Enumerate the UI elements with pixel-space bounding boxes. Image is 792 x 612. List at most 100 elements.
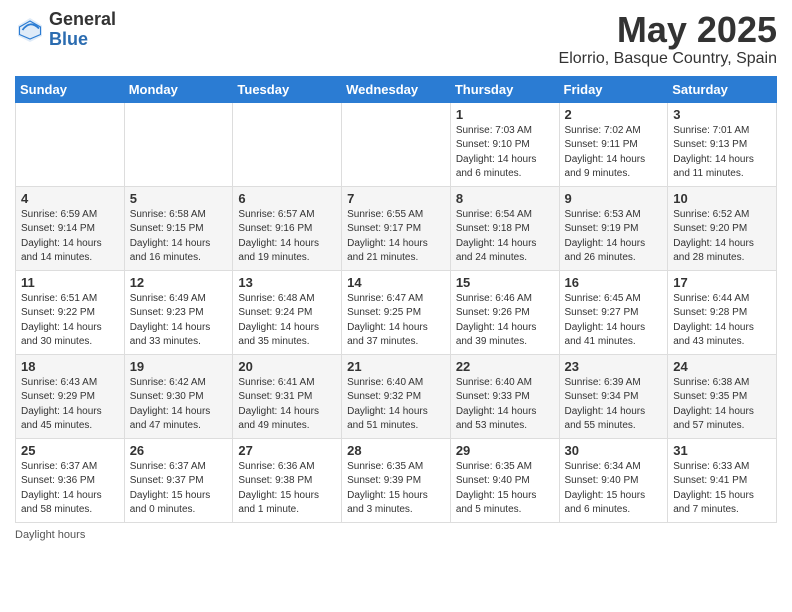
footer-note: Daylight hours xyxy=(15,529,777,541)
month-title: May 2025 xyxy=(559,10,777,50)
calendar-cell-3-5: 23Sunrise: 6:39 AM Sunset: 9:34 PM Dayli… xyxy=(559,354,668,438)
calendar-cell-3-1: 19Sunrise: 6:42 AM Sunset: 9:30 PM Dayli… xyxy=(124,354,233,438)
calendar-cell-1-1: 5 Sunrise: 6:58 AM Sunset: 9:15 PM Daylig… xyxy=(124,186,233,270)
logo-text: General Blue xyxy=(49,10,116,50)
weekday-header-friday: Friday xyxy=(559,76,668,102)
calendar-cell-1-3: 7 Sunrise: 6:55 AM Sunset: 9:17 PM Daylig… xyxy=(342,186,451,270)
weekday-header-monday: Monday xyxy=(124,76,233,102)
calendar-cell-1-5: 9 Sunrise: 6:53 AM Sunset: 9:19 PM Daylig… xyxy=(559,186,668,270)
day-number: 21 xyxy=(347,359,445,374)
calendar-cell-1-2: 6 Sunrise: 6:57 AM Sunset: 9:16 PM Daylig… xyxy=(233,186,342,270)
calendar-cell-4-0: 25 Sunrise: 6:37 AM Sunset: 9:36 PM Dayli… xyxy=(16,438,125,522)
day-number: 6 xyxy=(238,191,336,206)
page: General Blue May 2025 Elorrio, Basque Co… xyxy=(0,0,792,612)
weekday-header-thursday: Thursday xyxy=(450,76,559,102)
day-info: Sunrise: 6:49 AM Sunset: 9:23 PM Dayligh… xyxy=(130,292,228,350)
day-number: 2 xyxy=(565,107,663,122)
day-number: 25 xyxy=(21,443,119,458)
calendar-cell-0-3 xyxy=(342,102,451,186)
week-row-1: 1Sunrise: 7:03 AM Sunset: 9:10 PM Daylig… xyxy=(16,102,777,186)
week-row-4: 18 Sunrise: 6:43 AM Sunset: 9:29 PM Dayli… xyxy=(16,354,777,438)
day-number: 8 xyxy=(456,191,554,206)
calendar-cell-0-2 xyxy=(233,102,342,186)
day-info: Sunrise: 7:02 AM Sunset: 9:11 PM Dayligh… xyxy=(565,124,663,182)
calendar-cell-4-6: 31Sunrise: 6:33 AM Sunset: 9:41 PM Dayli… xyxy=(668,438,777,522)
day-number: 14 xyxy=(347,275,445,290)
weekday-header-wednesday: Wednesday xyxy=(342,76,451,102)
calendar-cell-0-6: 3Sunrise: 7:01 AM Sunset: 9:13 PM Daylig… xyxy=(668,102,777,186)
day-info: Sunrise: 6:55 AM Sunset: 9:17 PM Dayligh… xyxy=(347,208,445,266)
day-info: Sunrise: 6:53 AM Sunset: 9:19 PM Dayligh… xyxy=(565,208,663,266)
calendar-cell-4-2: 27 Sunrise: 6:36 AM Sunset: 9:38 PM Dayli… xyxy=(233,438,342,522)
day-number: 20 xyxy=(238,359,336,374)
location-title: Elorrio, Basque Country, Spain xyxy=(559,50,777,68)
week-row-3: 11Sunrise: 6:51 AM Sunset: 9:22 PM Dayli… xyxy=(16,270,777,354)
day-info: Sunrise: 6:38 AM Sunset: 9:35 PM Dayligh… xyxy=(673,376,771,434)
day-info: Sunrise: 6:37 AM Sunset: 9:37 PM Dayligh… xyxy=(130,460,228,518)
calendar-cell-0-0 xyxy=(16,102,125,186)
header: General Blue May 2025 Elorrio, Basque Co… xyxy=(15,10,777,68)
logo-icon xyxy=(15,15,45,45)
day-info: Sunrise: 6:35 AM Sunset: 9:40 PM Dayligh… xyxy=(456,460,554,518)
day-info: Sunrise: 6:48 AM Sunset: 9:24 PM Dayligh… xyxy=(238,292,336,350)
day-info: Sunrise: 6:36 AM Sunset: 9:38 PM Dayligh… xyxy=(238,460,336,518)
calendar-cell-3-3: 21 Sunrise: 6:40 AM Sunset: 9:32 PM Dayli… xyxy=(342,354,451,438)
day-number: 15 xyxy=(456,275,554,290)
calendar-cell-0-5: 2 Sunrise: 7:02 AM Sunset: 9:11 PM Daylig… xyxy=(559,102,668,186)
day-info: Sunrise: 6:37 AM Sunset: 9:36 PM Dayligh… xyxy=(21,460,119,518)
calendar-cell-0-4: 1Sunrise: 7:03 AM Sunset: 9:10 PM Daylig… xyxy=(450,102,559,186)
day-number: 23 xyxy=(565,359,663,374)
weekday-header-sunday: Sunday xyxy=(16,76,125,102)
day-info: Sunrise: 6:46 AM Sunset: 9:26 PM Dayligh… xyxy=(456,292,554,350)
day-number: 7 xyxy=(347,191,445,206)
day-number: 26 xyxy=(130,443,228,458)
day-info: Sunrise: 7:01 AM Sunset: 9:13 PM Dayligh… xyxy=(673,124,771,182)
calendar-cell-4-4: 29 Sunrise: 6:35 AM Sunset: 9:40 PM Dayli… xyxy=(450,438,559,522)
calendar-cell-2-2: 13Sunrise: 6:48 AM Sunset: 9:24 PM Dayli… xyxy=(233,270,342,354)
day-info: Sunrise: 6:57 AM Sunset: 9:16 PM Dayligh… xyxy=(238,208,336,266)
day-info: Sunrise: 6:51 AM Sunset: 9:22 PM Dayligh… xyxy=(21,292,119,350)
day-number: 18 xyxy=(21,359,119,374)
day-number: 5 xyxy=(130,191,228,206)
calendar-cell-0-1 xyxy=(124,102,233,186)
day-number: 30 xyxy=(565,443,663,458)
day-number: 4 xyxy=(21,191,119,206)
day-number: 24 xyxy=(673,359,771,374)
day-number: 10 xyxy=(673,191,771,206)
day-info: Sunrise: 6:40 AM Sunset: 9:32 PM Dayligh… xyxy=(347,376,445,434)
day-info: Sunrise: 6:40 AM Sunset: 9:33 PM Dayligh… xyxy=(456,376,554,434)
week-row-2: 4 Sunrise: 6:59 AM Sunset: 9:14 PM Daylig… xyxy=(16,186,777,270)
day-number: 29 xyxy=(456,443,554,458)
calendar-cell-1-4: 8Sunrise: 6:54 AM Sunset: 9:18 PM Daylig… xyxy=(450,186,559,270)
weekday-header-saturday: Saturday xyxy=(668,76,777,102)
day-info: Sunrise: 6:33 AM Sunset: 9:41 PM Dayligh… xyxy=(673,460,771,518)
day-number: 17 xyxy=(673,275,771,290)
day-number: 9 xyxy=(565,191,663,206)
calendar-cell-4-1: 26 Sunrise: 6:37 AM Sunset: 9:37 PM Dayli… xyxy=(124,438,233,522)
day-number: 12 xyxy=(130,275,228,290)
calendar-cell-2-5: 16 Sunrise: 6:45 AM Sunset: 9:27 PM Dayli… xyxy=(559,270,668,354)
day-info: Sunrise: 6:45 AM Sunset: 9:27 PM Dayligh… xyxy=(565,292,663,350)
day-number: 19 xyxy=(130,359,228,374)
day-info: Sunrise: 6:58 AM Sunset: 9:15 PM Dayligh… xyxy=(130,208,228,266)
calendar-cell-2-1: 12 Sunrise: 6:49 AM Sunset: 9:23 PM Dayli… xyxy=(124,270,233,354)
calendar-cell-1-0: 4 Sunrise: 6:59 AM Sunset: 9:14 PM Daylig… xyxy=(16,186,125,270)
logo-general-text: General xyxy=(49,10,116,30)
day-info: Sunrise: 6:59 AM Sunset: 9:14 PM Dayligh… xyxy=(21,208,119,266)
day-number: 27 xyxy=(238,443,336,458)
day-info: Sunrise: 6:52 AM Sunset: 9:20 PM Dayligh… xyxy=(673,208,771,266)
calendar-cell-3-6: 24 Sunrise: 6:38 AM Sunset: 9:35 PM Dayli… xyxy=(668,354,777,438)
week-row-5: 25 Sunrise: 6:37 AM Sunset: 9:36 PM Dayli… xyxy=(16,438,777,522)
day-info: Sunrise: 6:47 AM Sunset: 9:25 PM Dayligh… xyxy=(347,292,445,350)
day-info: Sunrise: 6:44 AM Sunset: 9:28 PM Dayligh… xyxy=(673,292,771,350)
day-info: Sunrise: 6:34 AM Sunset: 9:40 PM Dayligh… xyxy=(565,460,663,518)
calendar-cell-1-6: 10 Sunrise: 6:52 AM Sunset: 9:20 PM Dayli… xyxy=(668,186,777,270)
calendar-cell-2-4: 15 Sunrise: 6:46 AM Sunset: 9:26 PM Dayli… xyxy=(450,270,559,354)
day-number: 22 xyxy=(456,359,554,374)
day-info: Sunrise: 6:43 AM Sunset: 9:29 PM Dayligh… xyxy=(21,376,119,434)
day-number: 1 xyxy=(456,107,554,122)
day-info: Sunrise: 6:35 AM Sunset: 9:39 PM Dayligh… xyxy=(347,460,445,518)
day-number: 16 xyxy=(565,275,663,290)
calendar-cell-3-4: 22 Sunrise: 6:40 AM Sunset: 9:33 PM Dayli… xyxy=(450,354,559,438)
logo: General Blue xyxy=(15,10,116,50)
